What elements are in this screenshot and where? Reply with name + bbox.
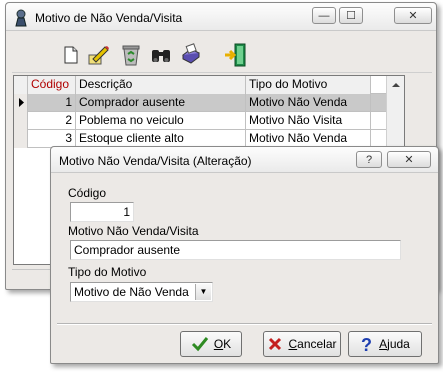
x-mark-icon [269,337,282,351]
scroll-up-icon [392,83,400,87]
exit-button[interactable] [221,41,249,69]
table-row[interactable]: 2 Poblema no veiculo Motivo Não Visita [14,112,404,130]
svg-text:?: ? [361,335,372,353]
close-icon: ✕ [404,154,414,166]
help-icon: ? [365,153,373,166]
print-icon [182,43,200,64]
motivo-label: Motivo Não Venda/Visita [68,224,199,238]
tipo-select[interactable]: Motivo de Não Venda ▼ [70,282,213,302]
chevron-down-icon[interactable]: ▼ [195,284,211,300]
cell-descricao: Poblema no veiculo [76,112,246,130]
help-button-label: Ajuda [379,337,410,351]
cell-tipo: Motivo Não Venda [246,94,371,112]
dialog-separator [57,323,432,325]
search-button[interactable] [147,41,175,69]
current-row-arrow-icon [19,98,24,107]
codigo-label: Código [68,186,107,200]
column-header-codigo[interactable]: Código [28,76,76,94]
edit-button[interactable] [85,41,113,69]
minimize-button[interactable]: — [312,7,336,24]
exit-door-icon [225,43,246,67]
binoculars-icon [152,50,170,62]
row-indicator [14,130,28,148]
cell-descricao: Comprador ausente [76,94,246,112]
toolbar [12,37,432,73]
maximize-icon: ☐ [346,10,356,22]
cell-codigo: 2 [28,112,76,130]
print-button[interactable] [177,41,205,69]
cell-codigo: 1 [28,94,76,112]
ok-button[interactable]: OK [180,331,242,357]
close-button[interactable]: ✕ [394,7,432,24]
app-icon [13,9,29,27]
ok-button-label: OK [213,337,232,351]
edit-dialog: Motivo Não Venda/Visita (Alteração) ? ✕ … [50,146,439,364]
minimize-icon: — [318,9,330,22]
maximize-button[interactable]: ☐ [339,7,363,24]
dialog-titlebar[interactable]: Motivo Não Venda/Visita (Alteração) ? ✕ [51,147,438,173]
row-indicator [14,94,28,112]
main-window-title: Motivo de Não Venda/Visita [35,11,183,25]
cancel-button-label: Cancelar [288,337,337,351]
edit-pencil-icon [88,46,109,65]
cell-tipo: Motivo Não Visita [246,112,371,130]
column-header-descricao[interactable]: Descrição [76,76,246,94]
main-titlebar[interactable]: Motivo de Não Venda/Visita — ☐ ✕ [6,3,436,31]
column-header-tipo[interactable]: Tipo do Motivo [246,76,371,94]
codigo-field[interactable]: 1 [70,202,134,222]
close-icon: ✕ [408,10,418,22]
help-button[interactable]: ? Ajuda [348,331,422,357]
new-button[interactable] [57,41,85,69]
recycle-bin-icon [122,45,140,66]
cancel-button[interactable]: Cancelar [263,331,341,357]
row-indicator [14,112,28,130]
motivo-field[interactable]: Comprador ausente [70,240,401,260]
dialog-help-caption-button[interactable]: ? [356,151,382,168]
grid-header: Código Descrição Tipo do Motivo [14,76,404,94]
header-indicator-cell [14,76,28,94]
question-mark-icon: ? [361,335,372,353]
tipo-label: Tipo do Motivo [68,265,147,279]
dialog-close-button[interactable]: ✕ [387,151,431,168]
table-row[interactable]: 1 Comprador ausente Motivo Não Venda [14,94,404,112]
new-document-icon [64,46,78,64]
delete-button[interactable] [117,41,145,69]
tipo-select-value: Motivo de Não Venda [74,285,189,299]
checkmark-icon [191,337,208,352]
dialog-title: Motivo Não Venda/Visita (Alteração) [59,154,252,168]
